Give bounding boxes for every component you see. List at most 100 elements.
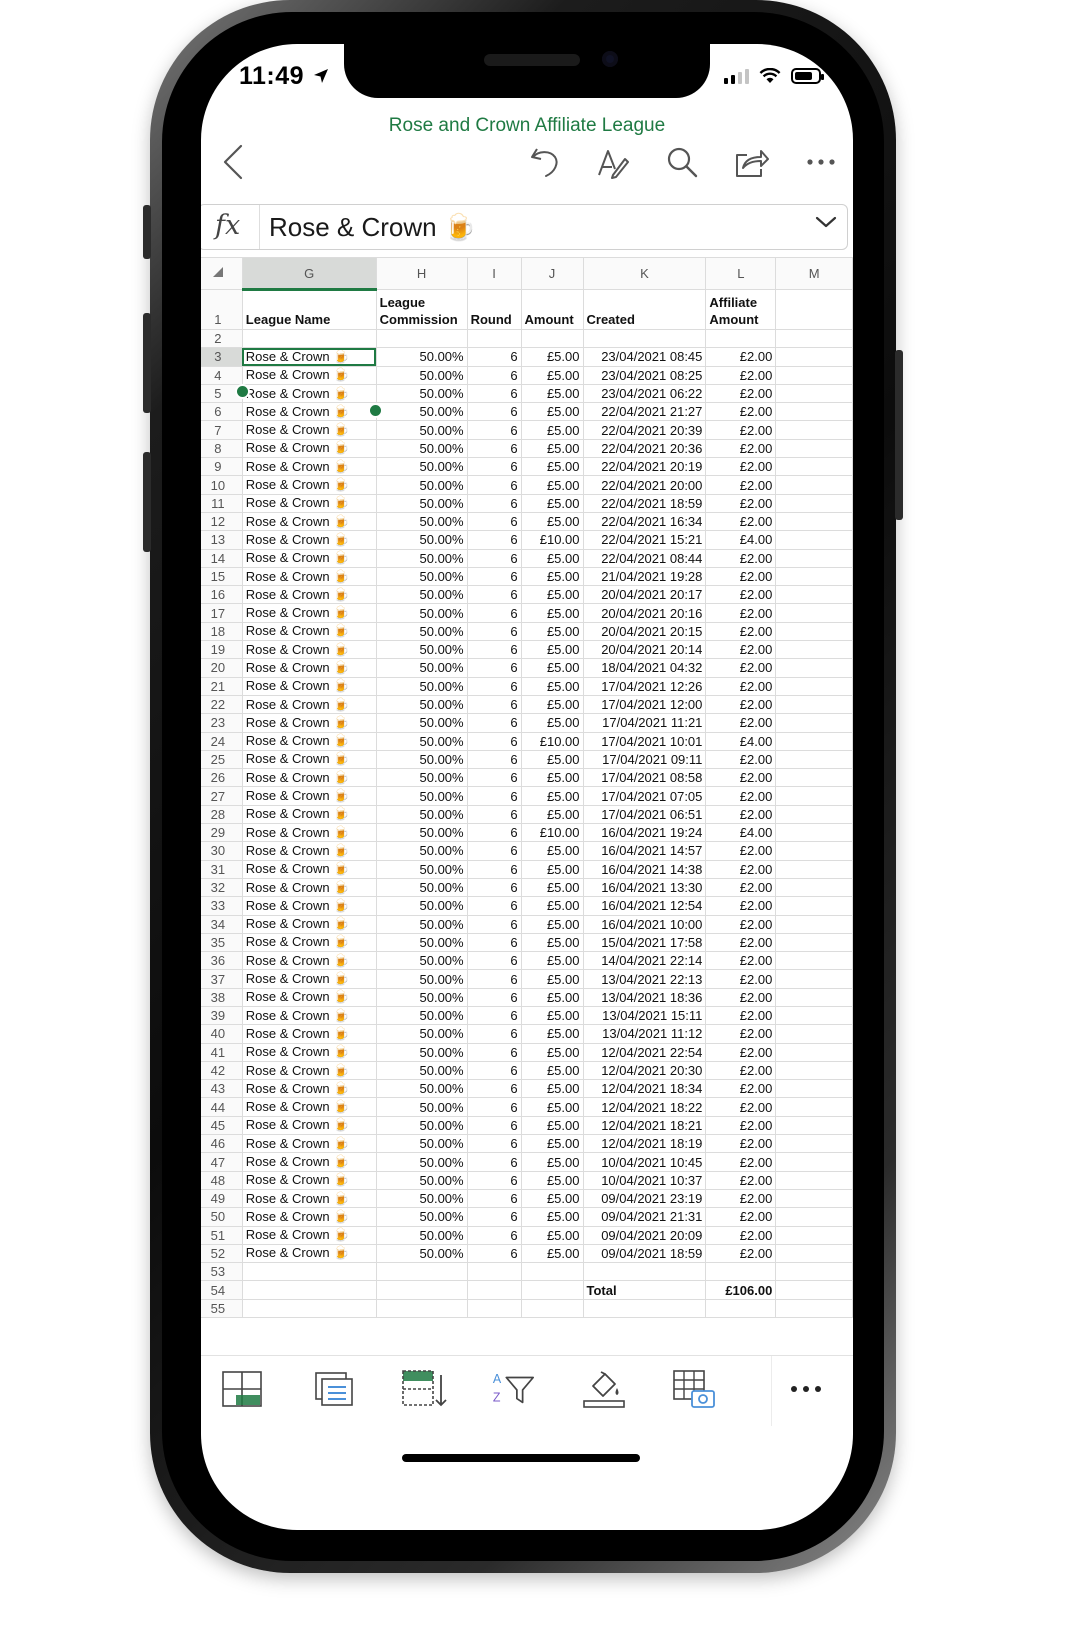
cell-aff[interactable]: £2.00 (705, 603, 777, 623)
cell-amount[interactable]: £5.00 (520, 749, 584, 770)
cell[interactable] (775, 1152, 853, 1172)
cell-created[interactable]: 16/04/2021 12:54 (582, 896, 707, 916)
row-header[interactable]: 23 (201, 713, 243, 733)
cell-aff[interactable]: £2.00 (705, 676, 777, 696)
sheets-icon[interactable] (311, 1368, 357, 1410)
cell-amount[interactable]: £5.00 (520, 932, 584, 953)
more-icon[interactable] (801, 142, 841, 182)
cell-name[interactable]: Rose & Crown 🍺 (241, 1005, 377, 1026)
cell-aff[interactable]: £2.00 (705, 896, 777, 916)
cell-created[interactable]: 20/04/2021 20:16 (582, 603, 707, 623)
cell-created[interactable]: 20/04/2021 20:14 (582, 640, 707, 660)
row-header[interactable]: 7 (201, 420, 243, 440)
cell-created[interactable]: 22/04/2021 15:21 (582, 530, 707, 550)
cell-name[interactable]: Rose & Crown 🍺 (241, 1060, 377, 1081)
cell-amount[interactable]: £5.00 (520, 1042, 584, 1062)
column-header-l[interactable]: L (705, 257, 777, 290)
cell-round[interactable]: 6 (466, 914, 522, 934)
cell-created[interactable]: 09/04/2021 21:31 (582, 1207, 707, 1227)
cell-created[interactable]: 22/04/2021 21:27 (582, 402, 707, 422)
table-camera-icon[interactable] (671, 1368, 717, 1410)
cell[interactable] (375, 1262, 468, 1282)
cell-aff[interactable]: £2.00 (705, 969, 777, 989)
cell-comm[interactable]: 50.00% (375, 1170, 468, 1190)
cell-comm[interactable]: 50.00% (375, 640, 468, 660)
row-header[interactable]: 20 (201, 658, 243, 678)
cell-created[interactable]: 17/04/2021 10:01 (582, 731, 707, 751)
total-label[interactable]: Total (582, 1280, 707, 1300)
row-header[interactable]: 52 (201, 1243, 243, 1264)
row-header[interactable]: 30 (201, 841, 243, 861)
cell-name[interactable]: Rose & Crown 🍺 (241, 1042, 377, 1062)
cell-aff[interactable]: £2.00 (705, 1134, 777, 1154)
cell-comm[interactable]: 50.00% (375, 786, 468, 806)
row-header[interactable]: 41 (201, 1042, 243, 1062)
cell-name[interactable]: Rose & Crown 🍺 (241, 530, 377, 550)
cell-name[interactable]: Rose & Crown 🍺 (241, 603, 377, 623)
cell[interactable] (775, 420, 853, 440)
cell[interactable] (520, 1262, 584, 1282)
cell-round[interactable]: 6 (466, 1079, 522, 1099)
cell-created[interactable]: 23/04/2021 08:45 (582, 347, 707, 367)
formula-bar[interactable]: fx Rose & Crown 🍺 (201, 204, 848, 250)
cell-amount[interactable]: £5.00 (520, 694, 584, 715)
cell-aff[interactable]: £2.00 (705, 621, 777, 642)
header-cell-league-name[interactable]: League Name (241, 289, 377, 330)
row-header[interactable]: 13 (201, 530, 243, 550)
cell-created[interactable]: 16/04/2021 14:57 (582, 841, 707, 861)
cell-amount[interactable]: £5.00 (520, 676, 584, 696)
spreadsheet-grid[interactable]: G H I J K L M 1 League Name League Commi… (201, 257, 853, 1355)
cell-round[interactable]: 6 (466, 365, 522, 385)
cell[interactable] (775, 347, 853, 367)
cell-name[interactable]: Rose & Crown 🍺 (241, 438, 377, 459)
cell[interactable] (582, 1298, 707, 1319)
cell-round[interactable]: 6 (466, 1152, 522, 1172)
cell-amount[interactable]: £5.00 (520, 658, 584, 678)
row-header[interactable]: 10 (201, 475, 243, 495)
cell-round[interactable]: 6 (466, 694, 522, 715)
cell-amount[interactable]: £5.00 (520, 640, 584, 660)
cell-aff[interactable]: £2.00 (705, 914, 777, 934)
cell-name[interactable]: Rose & Crown 🍺 (241, 420, 377, 440)
cell[interactable] (582, 1262, 707, 1282)
cell-name[interactable]: Rose & Crown 🍺 (241, 1243, 377, 1264)
cell[interactable] (775, 457, 853, 477)
cell-amount[interactable]: £5.00 (520, 1134, 584, 1154)
cell-comm[interactable]: 50.00% (375, 1079, 468, 1099)
cell-created[interactable]: 09/04/2021 18:59 (582, 1243, 707, 1264)
cell[interactable] (775, 365, 853, 385)
sort-filter-icon[interactable]: AZ (491, 1368, 537, 1410)
cell-amount[interactable]: £5.00 (520, 877, 584, 898)
cell[interactable] (775, 1060, 853, 1081)
cell[interactable] (466, 1298, 522, 1319)
cell-comm[interactable]: 50.00% (375, 1188, 468, 1209)
cell-name[interactable]: Rose & Crown 🍺 (241, 987, 377, 1007)
row-header[interactable]: 33 (201, 896, 243, 916)
cell-created[interactable]: 20/04/2021 20:17 (582, 585, 707, 605)
cell-aff[interactable]: £2.00 (705, 1024, 777, 1044)
cell[interactable] (775, 713, 853, 733)
cell-aff[interactable]: £2.00 (705, 365, 777, 385)
cell-aff[interactable]: £2.00 (705, 1170, 777, 1190)
cell[interactable] (775, 951, 853, 971)
cell-name[interactable]: Rose & Crown 🍺 (241, 347, 377, 367)
cell-round[interactable]: 6 (466, 841, 522, 861)
cell[interactable] (775, 694, 853, 715)
cell-amount[interactable]: £5.00 (520, 1188, 584, 1209)
cell-round[interactable]: 6 (466, 1024, 522, 1044)
cell-aff[interactable]: £4.00 (705, 823, 777, 843)
cell-amount[interactable]: £5.00 (520, 987, 584, 1007)
cell-aff[interactable]: £2.00 (705, 511, 777, 532)
cell-name[interactable]: Rose & Crown 🍺 (241, 402, 377, 422)
cell-amount[interactable]: £5.00 (520, 1152, 584, 1172)
cell-name[interactable]: Rose & Crown 🍺 (241, 823, 377, 843)
cell-name[interactable]: Rose & Crown 🍺 (241, 1134, 377, 1154)
row-header[interactable]: 50 (201, 1207, 243, 1227)
cell-name[interactable]: Rose & Crown 🍺 (241, 1170, 377, 1190)
cell-comm[interactable]: 50.00% (375, 438, 468, 459)
cell-amount[interactable]: £5.00 (520, 402, 584, 422)
row-header[interactable]: 28 (201, 804, 243, 825)
cell-round[interactable]: 6 (466, 951, 522, 971)
cell[interactable] (775, 859, 853, 879)
cell-name[interactable]: Rose & Crown 🍺 (241, 457, 377, 477)
